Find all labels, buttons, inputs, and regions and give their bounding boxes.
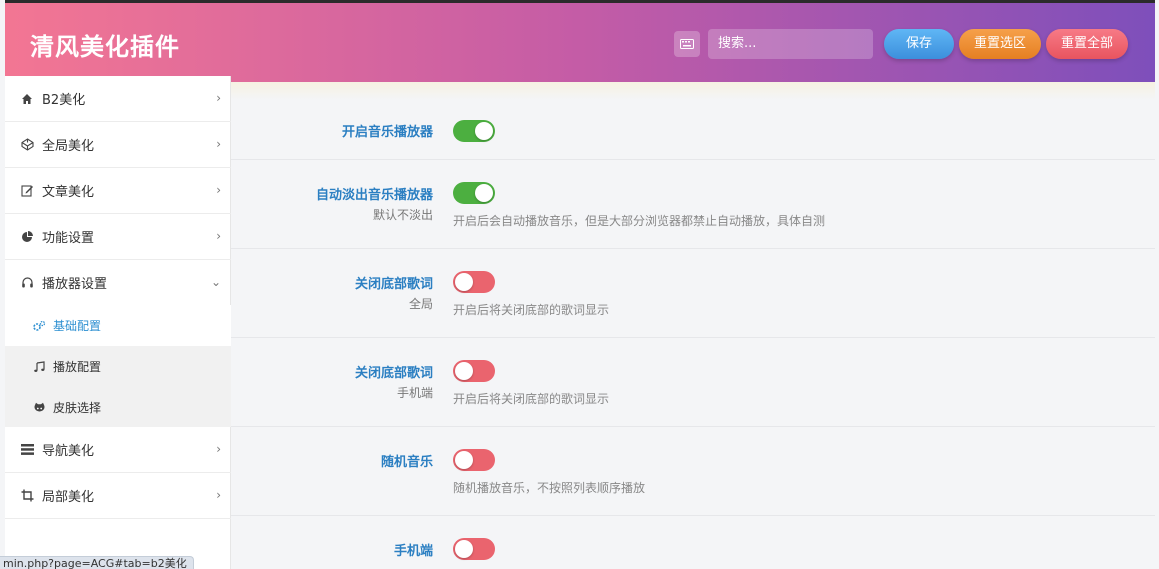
submenu-item-label: 播放配置	[53, 360, 102, 374]
setting-description: 开启后将关闭底部的歌词显示	[453, 392, 610, 406]
sidebar-item-label: 全局美化	[42, 139, 95, 154]
codepen-icon	[19, 137, 35, 153]
setting-row: 自动淡出音乐播放器 默认不淡出 开启后会自动播放音乐，但是大部分浏览器都禁止自动…	[231, 160, 1155, 249]
sidebar-item-label: B2美化	[42, 93, 86, 108]
setting-description: 开启后会自动播放音乐，但是大部分浏览器都禁止自动播放，具体自测	[453, 214, 826, 228]
sidebar-item-nav[interactable]: 导航美化 ›	[5, 427, 231, 473]
sidebar-item-global[interactable]: 全局美化 ›	[5, 122, 231, 168]
submenu-item-label: 基础配置	[53, 319, 102, 333]
edit-icon	[19, 183, 35, 199]
toggle-knob	[455, 451, 473, 469]
setting-label: 手机端	[393, 544, 433, 559]
navicon-icon	[19, 442, 35, 458]
chevron-right-icon: ›	[216, 91, 221, 105]
chevron-right-icon: ›	[216, 488, 221, 502]
chevron-right-icon: ›	[216, 137, 221, 151]
chevron-right-icon: ›	[216, 183, 221, 197]
app-title: 清风美化插件	[30, 33, 180, 61]
setting-label: 自动淡出音乐播放器	[315, 188, 433, 203]
toggle-knob	[475, 184, 493, 202]
setting-description: 开启后将关闭底部的歌词显示	[453, 303, 610, 317]
setting-label: 随机音乐	[380, 455, 433, 470]
sidebar: B2美化 › 全局美化 › 文章美化 › 功能设置 › 播放器设置 ⌄ 基础配置…	[5, 76, 231, 569]
sidebar-item-article[interactable]: 文章美化 ›	[5, 168, 231, 214]
sidebar-item-label: 播放器设置	[42, 277, 108, 292]
top-strip	[231, 82, 1155, 100]
app-header: 清风美化插件 搜索... 保存 重置选区 重置全部	[5, 0, 1155, 82]
submenu-item-label: 皮肤选择	[53, 401, 102, 415]
header-tools: 搜索... 保存 重置选区 重置全部	[674, 28, 1128, 60]
sidebar-item-features[interactable]: 功能设置 ›	[5, 214, 231, 260]
submenu-item-playback[interactable]: 播放配置	[5, 346, 231, 387]
sidebar-item-player[interactable]: 播放器设置 ⌄	[5, 260, 231, 306]
keyboard-icon[interactable]	[674, 31, 700, 57]
settings-panel: 开启音乐播放器 自动淡出音乐播放器 默认不淡出 开启后会自动播放音乐，但是大部分…	[231, 82, 1155, 569]
sidebar-item-partial[interactable]: 局部美化 ›	[5, 473, 231, 519]
player-submenu: 基础配置 播放配置 皮肤选择	[5, 305, 231, 427]
submenu-item-skin[interactable]: 皮肤选择	[5, 387, 231, 428]
setting-sublabel: 手机端	[396, 386, 433, 400]
submenu-item-basic[interactable]: 基础配置	[5, 305, 231, 346]
toggle-switch[interactable]	[453, 182, 495, 204]
toggle-switch[interactable]	[453, 449, 495, 471]
setting-sublabel: 默认不淡出	[372, 208, 433, 222]
setting-description: 随机播放音乐，不按照列表顺序播放	[453, 481, 646, 495]
toggle-switch[interactable]	[453, 360, 495, 382]
chevron-down-icon: ⌄	[210, 275, 221, 289]
headphones-icon	[19, 275, 35, 291]
setting-label: 关闭底部歌词	[354, 366, 433, 381]
status-bar-url: min.php?page=ACG#tab=b2美化	[0, 556, 194, 569]
toggle-knob	[455, 273, 473, 291]
chevron-right-icon: ›	[216, 442, 221, 456]
music-icon	[31, 359, 47, 375]
reset-section-button[interactable]: 重置选区	[959, 29, 1041, 59]
search-input[interactable]: 搜索...	[708, 29, 873, 59]
setting-sublabel: 全局	[408, 297, 433, 311]
toggle-knob	[455, 540, 473, 558]
pie-chart-icon	[19, 229, 35, 245]
toggle-switch[interactable]	[453, 271, 495, 293]
setting-row: 手机端	[231, 516, 1155, 569]
setting-label: 开启音乐播放器	[341, 125, 433, 140]
crop-icon	[19, 488, 35, 504]
gears-icon	[31, 318, 47, 334]
sidebar-item-label: 导航美化	[42, 444, 95, 459]
chevron-right-icon: ›	[216, 229, 221, 243]
sidebar-item-b2[interactable]: B2美化 ›	[5, 76, 231, 122]
save-button[interactable]: 保存	[884, 29, 954, 59]
reset-all-button[interactable]: 重置全部	[1046, 29, 1128, 59]
toggle-switch[interactable]	[453, 120, 495, 142]
toggle-knob	[455, 362, 473, 380]
github-icon	[31, 400, 47, 416]
setting-row: 关闭底部歌词 手机端 开启后将关闭底部的歌词显示	[231, 338, 1155, 427]
sidebar-item-label: 功能设置	[42, 231, 95, 246]
sidebar-item-label: 局部美化	[42, 490, 95, 505]
toggle-knob	[475, 122, 493, 140]
sidebar-item-label: 文章美化	[42, 185, 95, 200]
setting-row: 随机音乐 随机播放音乐，不按照列表顺序播放	[231, 427, 1155, 516]
toggle-switch[interactable]	[453, 538, 495, 560]
setting-label: 关闭底部歌词	[354, 277, 433, 292]
setting-row: 关闭底部歌词 全局 开启后将关闭底部的歌词显示	[231, 249, 1155, 338]
home-icon	[19, 91, 35, 107]
setting-row: 开启音乐播放器	[231, 100, 1155, 160]
